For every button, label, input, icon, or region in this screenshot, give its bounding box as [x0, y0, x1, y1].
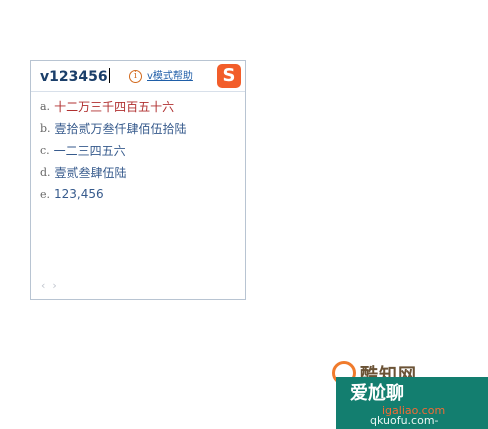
candidate-key: a.	[40, 99, 51, 113]
candidate-item-e[interactable]: e. 123,456	[40, 183, 238, 205]
candidate-text: 壹拾贰万叁仟肆佰伍拾陆	[54, 121, 187, 136]
previous-page-button[interactable]: ‹	[41, 279, 45, 292]
candidate-key: b.	[40, 121, 51, 135]
candidate-text: 123,456	[54, 187, 104, 201]
candidate-item-d[interactable]: d. 壹贰叁肆伍陆	[40, 161, 238, 183]
candidate-text: 壹贰叁肆伍陆	[54, 165, 127, 180]
v-mode-help-link[interactable]: v模式帮助	[147, 71, 193, 83]
candidate-item-b[interactable]: b. 壹拾贰万叁仟肆佰伍拾陆	[40, 117, 238, 139]
page-navigation: ‹ ›	[41, 279, 57, 292]
composition-string: v123456	[40, 68, 110, 86]
candidate-item-c[interactable]: c. 一二三四五六	[40, 139, 238, 161]
sogou-logo-icon[interactable]: S	[217, 64, 241, 88]
candidate-key: e.	[40, 187, 51, 201]
v-mode-help[interactable]: i v模式帮助	[129, 70, 193, 83]
next-page-button[interactable]: ›	[52, 279, 56, 292]
candidate-item-a[interactable]: a. 十二万三千四百五十六	[40, 95, 238, 117]
candidate-list: a. 十二万三千四百五十六 b. 壹拾贰万叁仟肆佰伍拾陆 c. 一二三四五六 d…	[40, 95, 238, 205]
watermark-main-text: 爱尬聊	[350, 383, 404, 404]
watermark-sub-domain: qkuofu.com-	[370, 414, 439, 427]
site-watermark: 酷知网 爱尬聊 igaliao.com qkuofu.com-	[332, 361, 488, 429]
candidate-key: d.	[40, 165, 51, 179]
candidate-key: c.	[40, 143, 50, 157]
candidate-text: 一二三四五六	[53, 143, 126, 158]
page: { "ime": { "composition": "v123456", "he…	[0, 0, 488, 429]
composition-text: v123456	[40, 69, 108, 85]
ime-candidate-window: v123456 i v模式帮助 S a. 十二万三千四百五十六 b. 壹拾贰万叁…	[30, 60, 246, 300]
info-icon: i	[129, 70, 142, 83]
candidate-text: 十二万三千四百五十六	[54, 99, 175, 114]
text-caret	[108, 68, 110, 83]
ime-header: v123456 i v模式帮助 S	[31, 61, 245, 92]
